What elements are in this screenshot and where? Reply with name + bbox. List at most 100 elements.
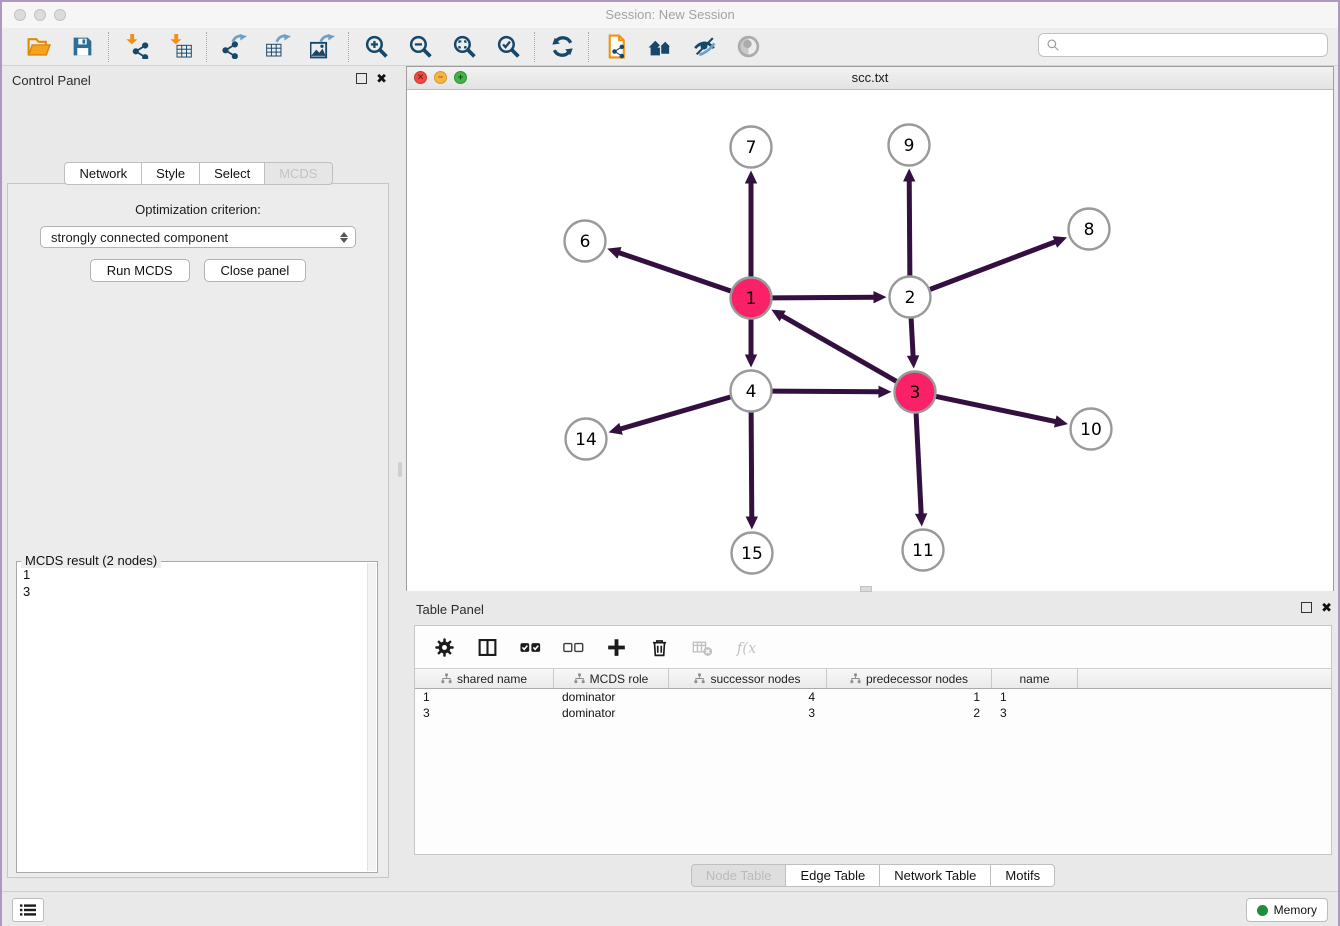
mcds-result-text[interactable]: 13: [23, 566, 367, 870]
result-line: 1: [23, 566, 367, 583]
table-cell[interactable]: 2: [827, 705, 992, 721]
birds-eye-view-icon[interactable]: [735, 34, 761, 60]
deselect-all-icon[interactable]: [562, 636, 584, 658]
table-cell[interactable]: dominator: [554, 705, 669, 721]
tab-style[interactable]: Style: [142, 162, 200, 185]
task-history-button[interactable]: [12, 898, 44, 922]
edge-2-3[interactable]: [911, 318, 913, 357]
show-hide-details-icon[interactable]: [691, 34, 717, 60]
delete-table-icon[interactable]: [691, 636, 713, 658]
edge-4-14[interactable]: [619, 397, 730, 429]
graph-node-2[interactable]: 2: [890, 277, 931, 318]
graph-node-10[interactable]: 10: [1071, 409, 1112, 450]
close-table-panel-icon[interactable]: ✖: [1321, 602, 1332, 613]
table-cell[interactable]: 4: [669, 689, 827, 705]
delete-row-icon[interactable]: [648, 636, 670, 658]
tab-network[interactable]: Network: [64, 162, 142, 185]
column-header-name[interactable]: name: [992, 669, 1078, 688]
table-cell[interactable]: 1: [415, 689, 554, 705]
horizontal-splitter-handle[interactable]: [860, 586, 872, 592]
svg-text:15: 15: [741, 544, 763, 564]
column-header-shared-name[interactable]: shared name: [415, 669, 554, 688]
tab-mcds[interactable]: MCDS: [265, 162, 332, 185]
tab-select[interactable]: Select: [200, 162, 265, 185]
column-header-predecessor-nodes[interactable]: predecessor nodes: [827, 669, 992, 688]
table-cell[interactable]: 3: [669, 705, 827, 721]
export-network-icon[interactable]: [221, 34, 247, 60]
tab-network-table[interactable]: Network Table: [880, 864, 991, 887]
table-header-row: shared name MCDS role successor nodes pr…: [415, 668, 1331, 689]
search-input[interactable]: [1060, 36, 1327, 54]
table-cell[interactable]: 3: [992, 705, 1078, 721]
network-canvas[interactable]: 7 9 6 8 1 2 4 3 14 10 15 11: [407, 90, 1333, 591]
edge-3-1[interactable]: [781, 315, 896, 381]
open-file-icon[interactable]: [25, 34, 51, 60]
float-panel-icon[interactable]: [356, 73, 367, 84]
zoom-in-icon[interactable]: [363, 34, 389, 60]
edge-arrowhead: [1054, 415, 1068, 427]
graph-node-11[interactable]: 11: [903, 530, 944, 571]
add-row-icon[interactable]: [605, 636, 627, 658]
edge-3-10[interactable]: [936, 396, 1057, 421]
close-panel-icon[interactable]: ✖: [376, 73, 387, 84]
table-cell[interactable]: dominator: [554, 689, 669, 705]
graph-node-1[interactable]: 1: [731, 278, 772, 319]
export-image-icon[interactable]: [309, 34, 335, 60]
column-header-label: shared name: [457, 672, 527, 686]
graph-node-7[interactable]: 7: [731, 127, 772, 168]
graph-node-3[interactable]: 3: [895, 372, 936, 413]
zoom-fit-icon[interactable]: [451, 34, 477, 60]
save-session-icon[interactable]: [69, 34, 95, 60]
zoom-out-icon[interactable]: [407, 34, 433, 60]
edge-1-2[interactable]: [772, 297, 875, 298]
columns-icon[interactable]: [476, 636, 498, 658]
tab-motifs[interactable]: Motifs: [991, 864, 1055, 887]
import-table-icon[interactable]: [167, 34, 193, 60]
column-header-successor-nodes[interactable]: successor nodes: [669, 669, 827, 688]
table-row[interactable]: 1dominator411: [415, 689, 1331, 705]
criterion-dropdown[interactable]: strongly connected component: [40, 226, 356, 248]
svg-text:9: 9: [904, 136, 915, 156]
edge-arrowhead: [903, 168, 915, 181]
edge-3-11[interactable]: [916, 413, 921, 515]
graph-node-6[interactable]: 6: [565, 221, 606, 262]
edge-2-9[interactable]: [909, 179, 910, 275]
edge-4-15[interactable]: [751, 412, 752, 518]
memory-label: Memory: [1274, 903, 1317, 917]
select-all-icon[interactable]: [519, 636, 541, 658]
table-cell[interactable]: 3: [415, 705, 554, 721]
column-header-MCDS-role[interactable]: MCDS role: [554, 669, 669, 688]
close-panel-button[interactable]: Close panel: [204, 259, 307, 282]
result-scrollbar[interactable]: [367, 563, 376, 871]
tab-node-table[interactable]: Node Table: [691, 864, 787, 887]
refresh-icon[interactable]: [549, 34, 575, 60]
search-box[interactable]: [1038, 33, 1328, 57]
import-network-icon[interactable]: [123, 34, 149, 60]
table-cell[interactable]: 1: [827, 689, 992, 705]
clone-network-icon[interactable]: [603, 34, 629, 60]
graph-node-14[interactable]: 14: [566, 419, 607, 460]
edge-arrowhead: [607, 247, 621, 259]
table-cell[interactable]: 1: [992, 689, 1078, 705]
first-neighbors-icon[interactable]: [647, 34, 673, 60]
edge-arrowhead: [915, 513, 927, 526]
function-builder-icon[interactable]: f(x): [734, 636, 756, 658]
memory-button[interactable]: Memory: [1246, 898, 1328, 922]
tab-edge-table[interactable]: Edge Table: [786, 864, 880, 887]
edge-1-6[interactable]: [618, 252, 731, 291]
table-settings-icon[interactable]: [433, 636, 455, 658]
graph-node-9[interactable]: 9: [889, 125, 930, 166]
float-table-panel-icon[interactable]: [1301, 602, 1312, 613]
graph-node-15[interactable]: 15: [732, 533, 773, 574]
edge-arrowhead: [609, 423, 623, 435]
edge-4-3[interactable]: [772, 391, 880, 392]
run-mcds-button[interactable]: Run MCDS: [90, 259, 190, 282]
table-row[interactable]: 3dominator323: [415, 705, 1331, 721]
graph-node-4[interactable]: 4: [731, 371, 772, 412]
network-frame-titlebar[interactable]: ✕ − + scc.txt: [407, 67, 1333, 90]
edge-2-8[interactable]: [930, 241, 1057, 289]
vertical-splitter-handle[interactable]: [398, 462, 402, 477]
zoom-selected-icon[interactable]: [495, 34, 521, 60]
export-table-icon[interactable]: [265, 34, 291, 60]
graph-node-8[interactable]: 8: [1069, 209, 1110, 250]
